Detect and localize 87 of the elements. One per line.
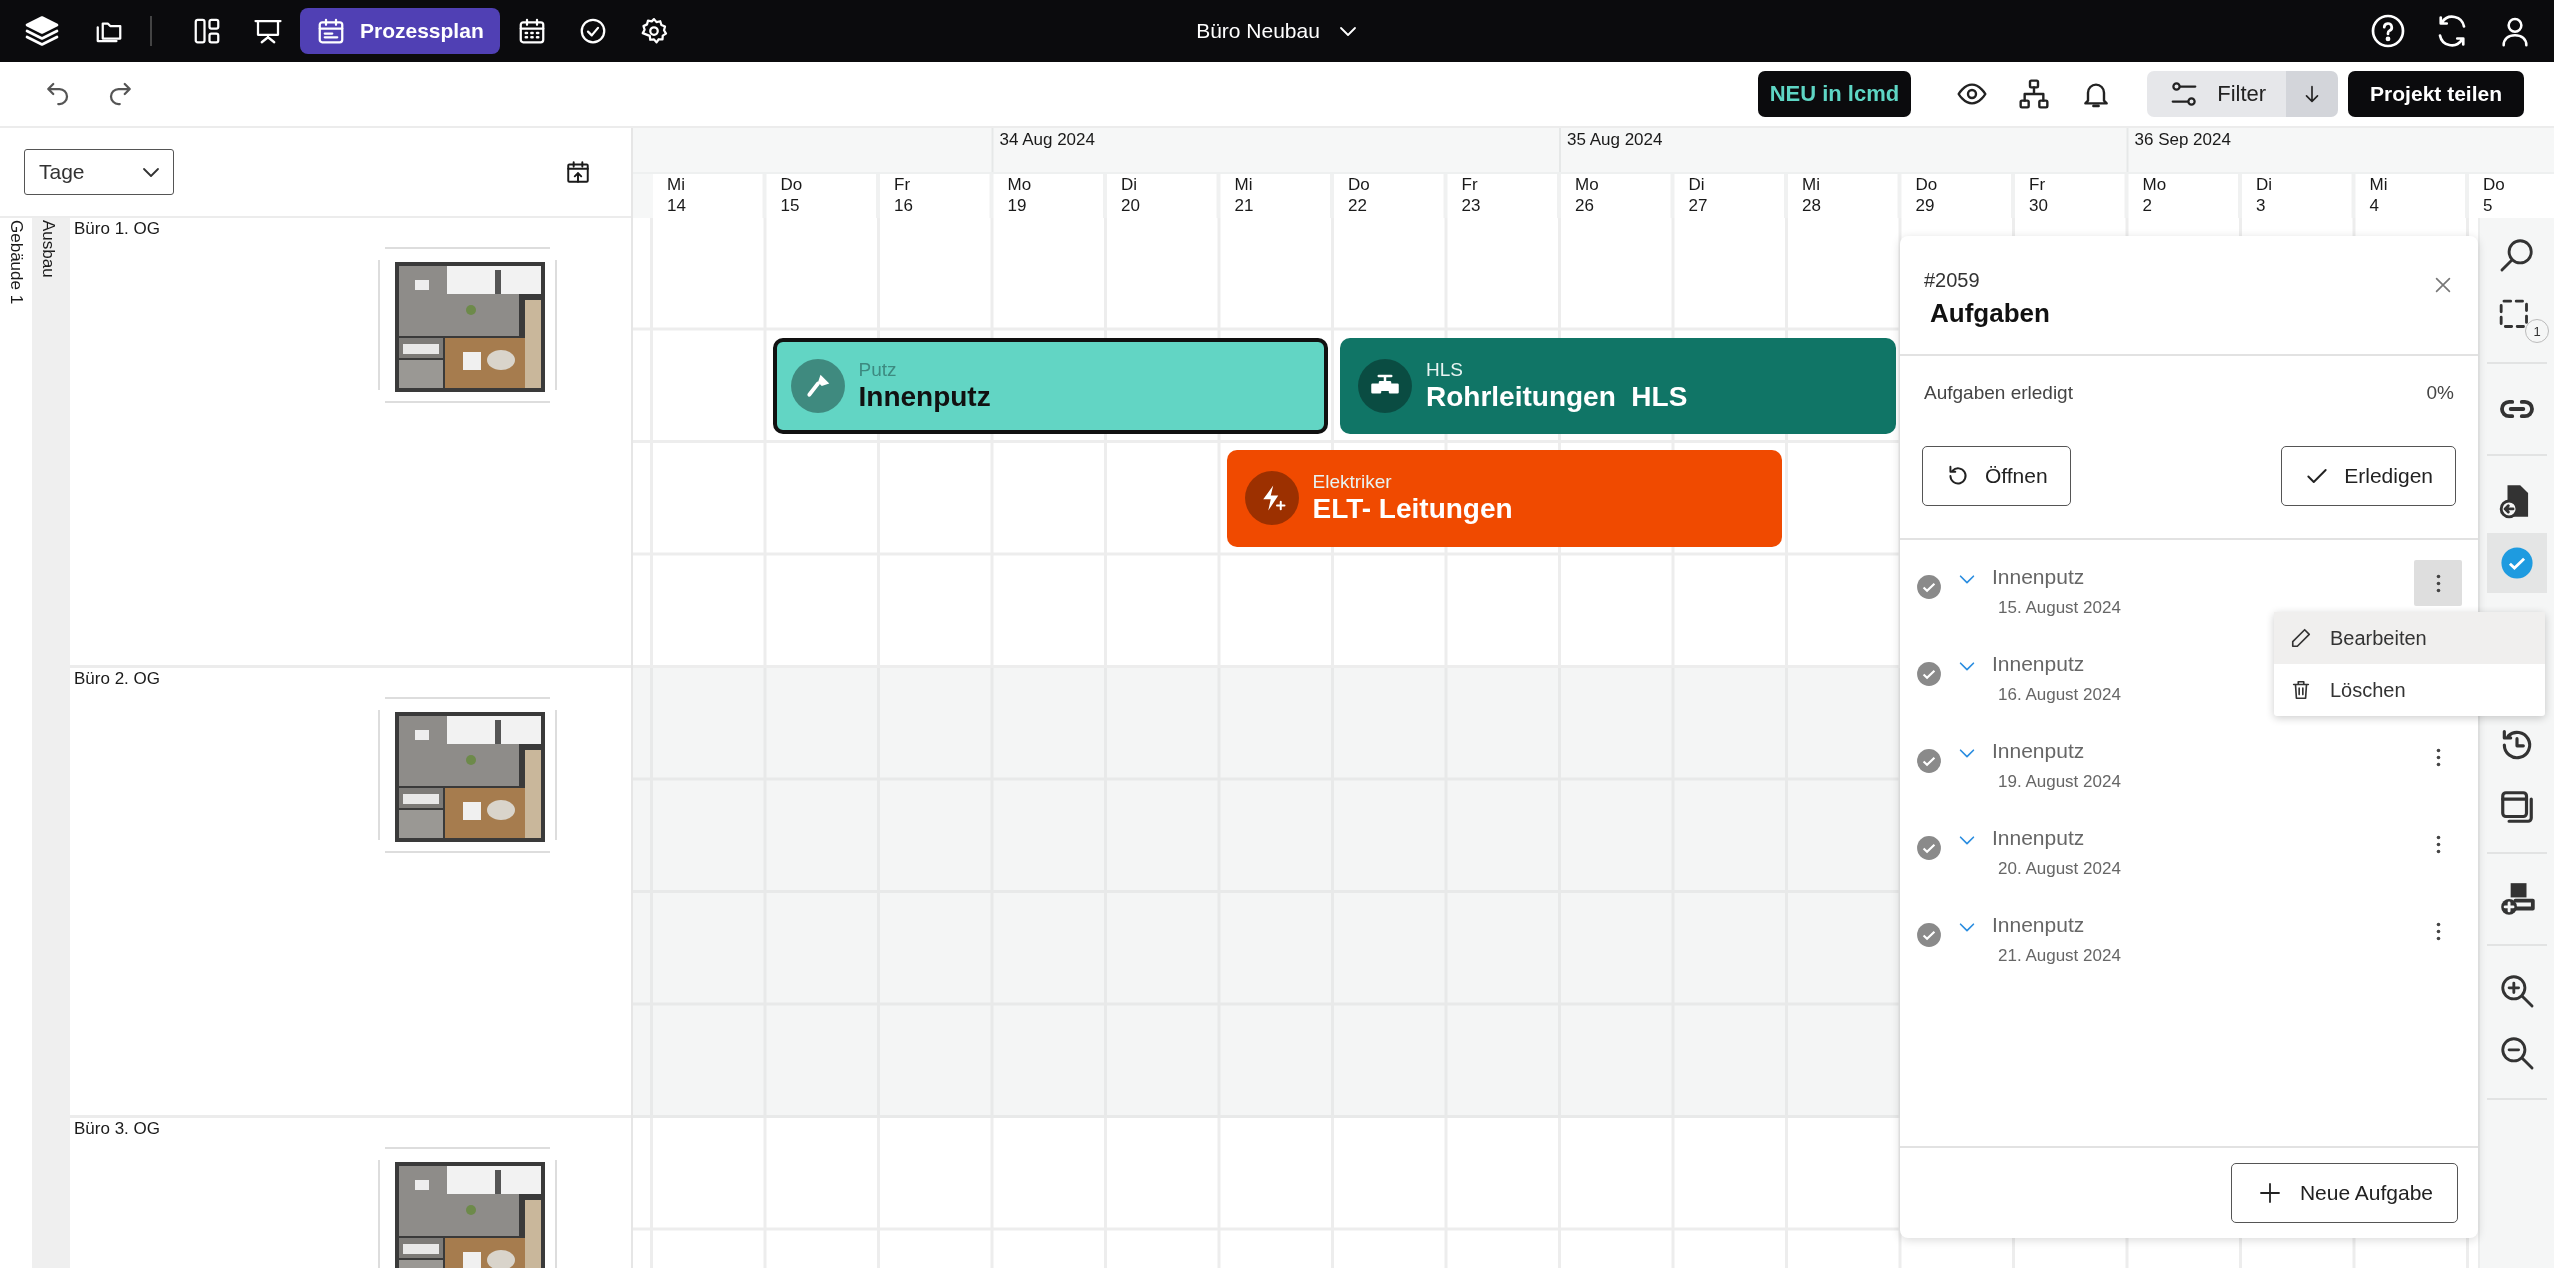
complete-button[interactable]: Erledigen xyxy=(2281,446,2456,506)
day-label: Do 29 xyxy=(1915,175,1938,215)
news-button[interactable]: NEU in lcmd xyxy=(1757,71,1912,117)
valve-icon xyxy=(1358,358,1412,413)
progress-label: Aufgaben erledigt xyxy=(1924,382,2073,405)
task-title: Innenputz xyxy=(858,380,991,413)
task-item-title[interactable]: Innenputz xyxy=(1992,825,2085,851)
day-label: Fr 16 xyxy=(894,175,913,215)
trade-label: Putz xyxy=(858,358,898,381)
floor-label: Büro 3. OG xyxy=(74,1118,160,1140)
day-label: Mi 14 xyxy=(667,175,686,215)
task-title: ELT- Leitungen xyxy=(1312,493,1513,526)
project-title[interactable]: Büro Neubau xyxy=(1196,19,1320,43)
zoom-out-icon xyxy=(2498,1034,2536,1072)
reopen-button[interactable]: Öffnen xyxy=(1922,446,2071,506)
task-item-date: 21. August 2024 xyxy=(1998,946,2121,966)
check-icon[interactable] xyxy=(1916,661,1942,687)
day-label: Do 15 xyxy=(780,175,803,215)
layout-icon xyxy=(192,16,222,46)
day-label: Di 27 xyxy=(1688,175,1708,215)
floor-label: Büro 1. OG xyxy=(74,218,160,240)
check-icon[interactable] xyxy=(1916,748,1942,774)
add-list-icon xyxy=(2498,880,2536,918)
calendar-export-icon[interactable] xyxy=(565,159,591,185)
day-label: Mi 4 xyxy=(2369,175,2388,215)
more-icon xyxy=(2435,834,2441,854)
trash-icon xyxy=(2290,679,2312,701)
filter-button[interactable]: Filter xyxy=(2147,71,2287,117)
day-label: Mo 26 xyxy=(1575,175,1599,215)
day-label: Di 3 xyxy=(2256,175,2273,215)
search-icon xyxy=(2498,236,2536,274)
tool-button[interactable]: 1 xyxy=(2487,289,2547,345)
day-label: Fr 23 xyxy=(1461,175,1481,215)
day-label: Mo 2 xyxy=(2142,175,2167,215)
floor-label: Büro 2. OG xyxy=(74,668,160,690)
task-item-title[interactable]: Innenputz xyxy=(1992,738,2085,764)
day-label: Mo 19 xyxy=(1007,175,1032,215)
menu-item[interactable]: Löschen xyxy=(2274,664,2545,716)
task-item-title[interactable]: Innenputz xyxy=(1992,651,2085,677)
task-title: Rohrleitungen HLS xyxy=(1426,380,1688,413)
more-icon xyxy=(2435,573,2441,593)
check-icon[interactable] xyxy=(1916,574,1942,600)
task-bar[interactable]: Elektriker ELT- Leitungen xyxy=(1226,450,1782,547)
zoom-in-icon xyxy=(2498,972,2536,1010)
menu-item[interactable]: Bearbeiten xyxy=(2274,612,2545,664)
panel-title: Aufgaben xyxy=(1930,298,2050,329)
help-icon[interactable] xyxy=(2370,13,2406,49)
week-label: 34 Aug 2024 xyxy=(999,130,1095,149)
task-item-date: 19. August 2024 xyxy=(1998,772,2121,792)
trade-label: Elektriker xyxy=(1312,471,1393,494)
new-task-button[interactable]: Neue Aufgabe xyxy=(2230,1163,2458,1223)
check-circle-icon xyxy=(2500,546,2534,580)
progress-value: 0% xyxy=(2426,382,2454,405)
day-label: Mi 21 xyxy=(1234,175,1254,215)
nav-tab[interactable]: Prozessplan xyxy=(300,8,500,54)
more-icon xyxy=(2435,921,2441,941)
view-select[interactable]: Tage xyxy=(24,149,174,195)
week-label: 36 Sep 2024 xyxy=(2134,130,2231,149)
plus-icon xyxy=(2257,1181,2282,1205)
group-label: Ausbau xyxy=(38,220,58,278)
task-number: #2059 xyxy=(1924,269,1980,292)
check-icon[interactable] xyxy=(1916,835,1942,861)
day-label: Di 20 xyxy=(1121,175,1140,215)
layers-icon[interactable] xyxy=(24,13,60,49)
more-icon xyxy=(2435,747,2441,767)
day-label: Do 22 xyxy=(1348,175,1370,215)
day-label: Mi 28 xyxy=(1802,175,1821,215)
windows-icon xyxy=(2498,788,2536,826)
week-label: 35 Aug 2024 xyxy=(1567,130,1663,149)
task-bar[interactable]: Putz Innenputz xyxy=(772,337,1328,434)
task-item-date: 15. August 2024 xyxy=(1998,598,2121,618)
share-button[interactable]: Projekt teilen xyxy=(2348,71,2524,117)
trade-label: HLS xyxy=(1426,358,1464,381)
count-badge: 1 xyxy=(2525,319,2549,343)
pencil-icon xyxy=(2290,627,2312,649)
check-icon[interactable] xyxy=(1916,922,1942,948)
task-item-title[interactable]: Innenputz xyxy=(1992,564,2085,590)
task-item-date: 16. August 2024 xyxy=(1998,685,2121,705)
building-label: Gebäude 1 xyxy=(6,220,26,305)
task-item-title[interactable]: Innenputz xyxy=(1992,912,2085,938)
task-bar[interactable]: HLS Rohrleitungen HLS xyxy=(1340,337,1896,434)
dropdown-button[interactable] xyxy=(2286,71,2339,117)
calendar-icon xyxy=(316,16,346,46)
day-label: Fr 30 xyxy=(2029,175,2048,215)
hierarchy-icon[interactable] xyxy=(2018,78,2051,110)
task-item-date: 20. August 2024 xyxy=(1998,859,2121,879)
day-label: Do 5 xyxy=(2483,175,2505,215)
